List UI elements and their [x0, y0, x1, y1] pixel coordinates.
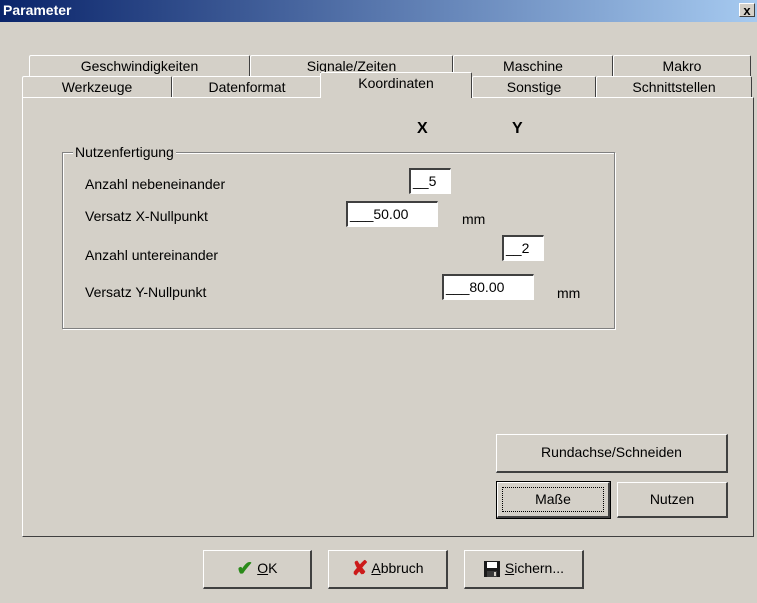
check-icon: ✔ [236, 557, 254, 580]
ok-accel: O [257, 560, 269, 576]
group-title: Nutzenfertigung [73, 144, 176, 160]
rundachse-schneiden-button[interactable]: Rundachse/Schneiden [496, 434, 728, 473]
sichern-label: ichern... [514, 560, 565, 576]
close-button[interactable]: x [739, 3, 755, 17]
sichern-accel: S [504, 560, 515, 576]
close-icon: x [743, 3, 751, 18]
ok-button[interactable]: ✔ OK [203, 550, 312, 589]
label-anzahl-nebeneinander: Anzahl nebeneinander [85, 176, 226, 192]
column-header-y: Y [512, 120, 523, 137]
floppy-disk-icon [483, 561, 500, 578]
tab-label: Makro [662, 58, 702, 74]
anzahl-untereinander-input[interactable]: __2 [502, 235, 544, 261]
abbruch-accel: A [371, 560, 381, 576]
button-label: Nutzen [649, 491, 695, 507]
tab-sonstige[interactable]: Sonstige [472, 76, 596, 98]
sichern-button[interactable]: Sichern... [464, 550, 584, 589]
tab-geschwindigkeiten[interactable]: Geschwindigkeiten [29, 55, 250, 77]
abbruch-button[interactable]: ✘ Abbruch [328, 550, 448, 589]
tab-werkzeuge[interactable]: Werkzeuge [22, 76, 172, 98]
label-versatz-y-nullpunkt: Versatz Y-Nullpunkt [85, 284, 207, 300]
masse-button[interactable]: Maße [496, 481, 611, 519]
tab-schnittstellen[interactable]: Schnittstellen [596, 76, 752, 98]
tab-datenformat[interactable]: Datenformat [172, 76, 322, 98]
button-label: Rundachse/Schneiden [541, 444, 682, 460]
abbruch-label: bbruch [380, 560, 424, 576]
title-bar[interactable]: Parameter x [0, 0, 757, 22]
unit-x-mm: mm [462, 211, 486, 227]
tab-label: Sonstige [506, 79, 562, 95]
tab-koordinaten[interactable]: Koordinaten [320, 72, 472, 98]
focus-rectangle [502, 487, 604, 512]
window-title: Parameter [3, 2, 72, 18]
label-versatz-x-nullpunkt: Versatz X-Nullpunkt [85, 208, 208, 224]
versatz-x-input[interactable]: ___50.00 [346, 201, 438, 227]
tab-maschine[interactable]: Maschine [453, 55, 613, 77]
tab-label: Werkzeuge [61, 79, 133, 95]
ok-label: K [268, 560, 278, 576]
tab-label: Maschine [503, 58, 563, 74]
tab-label: Schnittstellen [632, 79, 716, 95]
label-anzahl-untereinander: Anzahl untereinander [85, 247, 219, 263]
nutzen-button[interactable]: Nutzen [617, 482, 728, 518]
tab-label: Koordinaten [358, 75, 434, 91]
unit-y-mm: mm [557, 285, 581, 301]
tab-makro[interactable]: Makro [613, 55, 751, 77]
tab-label: Datenformat [208, 79, 286, 95]
parameter-dialog: Parameter x Geschwindigkeiten Signale/Ze… [0, 0, 757, 603]
column-header-x: X [417, 120, 428, 137]
tab-label: Geschwindigkeiten [80, 58, 199, 74]
versatz-y-input[interactable]: ___80.00 [442, 274, 534, 300]
anzahl-nebeneinander-input[interactable]: __5 [409, 168, 451, 194]
x-icon: ✘ [351, 557, 369, 580]
